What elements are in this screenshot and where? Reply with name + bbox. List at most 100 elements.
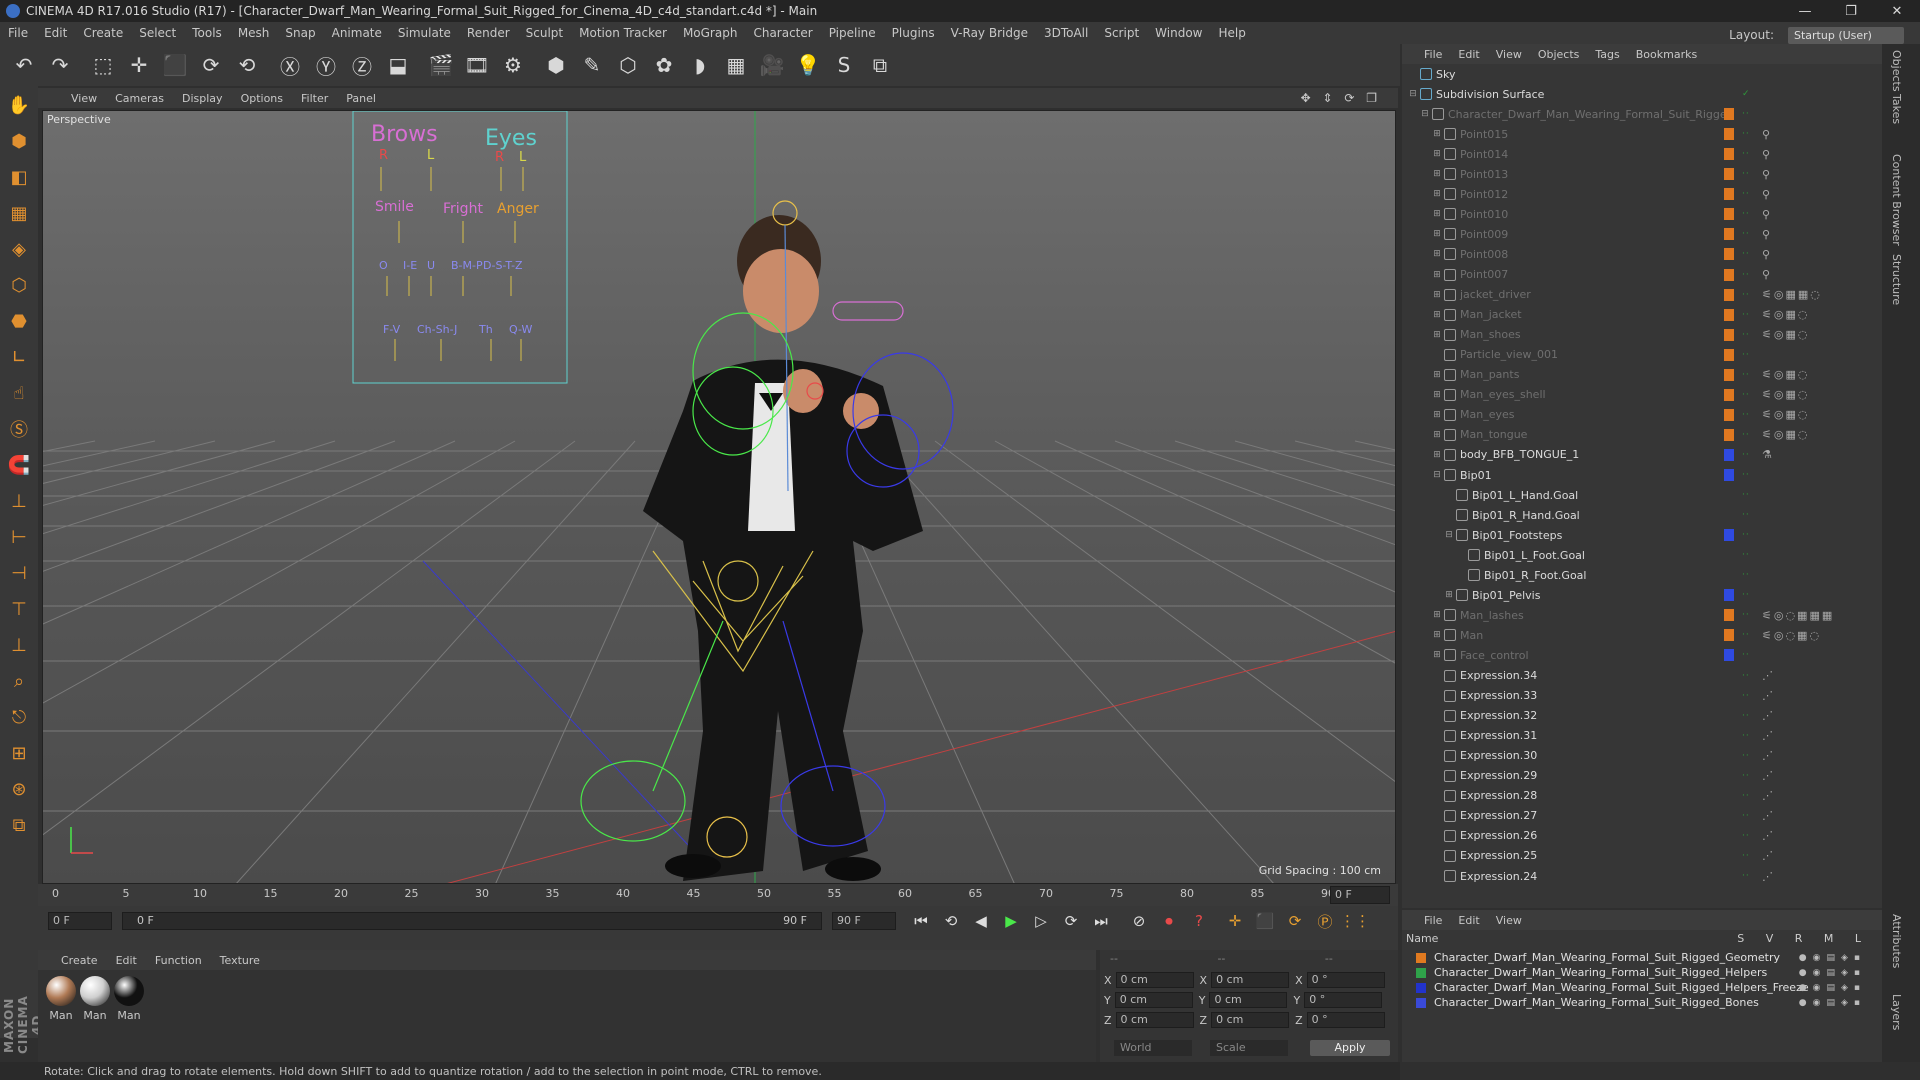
tool-5-icon[interactable]: ⬡ [2,268,36,302]
recent-tools-icon[interactable]: ⟲ [230,48,264,82]
previous-key-button[interactable]: ⟲ [938,908,964,934]
menu-v-ray-bridge[interactable]: V-Ray Bridge [943,22,1036,44]
object-row[interactable]: Expression.30 ·· ⋰ [1402,746,1872,766]
object-row[interactable]: ⊞ Point009 ·· ⚲ [1402,224,1872,244]
expand-toggle-icon[interactable]: ⊞ [1432,650,1442,660]
layer-row[interactable]: Character_Dwarf_Man_Wearing_Formal_Suit_… [1406,950,1876,965]
visibility-dots[interactable]: ·· [1742,771,1750,781]
layer-toggles-icon[interactable]: ●◉▤◈▪ [1799,953,1866,963]
object-row[interactable]: ⊞ jacket_driver ·· ⚟◎▦▦◌ [1402,285,1872,305]
tool-18-icon[interactable]: ⊞ [2,736,36,770]
material-swatch[interactable]: Man [112,976,146,1022]
object-row[interactable]: Expression.32 ·· ⋰ [1402,706,1872,726]
object-tags-icon[interactable]: ⋰ [1762,689,1775,702]
object-tags-icon[interactable]: ⚗ [1762,448,1774,461]
tool-16-icon[interactable]: ⌕ [2,664,36,698]
menu-edit[interactable]: Edit [36,22,75,44]
tab-objects[interactable]: Objects [1890,50,1903,92]
move-icon[interactable]: ✛ [122,48,156,82]
object-menu-tags[interactable]: Tags [1587,48,1627,61]
visibility-dots[interactable]: ·· [1742,530,1750,540]
visibility-dots[interactable]: ·· [1742,550,1750,560]
expand-toggle-icon[interactable]: ⊞ [1432,410,1442,420]
layer-row[interactable]: Character_Dwarf_Man_Wearing_Formal_Suit_… [1406,980,1876,995]
expand-toggle-icon[interactable]: ⊟ [1420,109,1430,119]
previous-frame-button[interactable]: ◀ [968,908,994,934]
expand-toggle-icon[interactable]: ⊞ [1432,390,1442,400]
tab-attributes[interactable]: Attributes [1890,914,1903,968]
visibility-dots[interactable]: ·· [1742,630,1750,640]
current-frame-field[interactable]: 0 F [1330,886,1390,904]
menu-motion-tracker[interactable]: Motion Tracker [571,22,675,44]
expand-toggle-icon[interactable]: ⊞ [1432,310,1442,320]
material-swatch[interactable]: Man [78,976,112,1022]
tool-10-icon[interactable]: 🧲 [2,448,36,482]
material-swatch[interactable]: Man [44,976,78,1022]
render-picture-viewer-icon[interactable]: 🎞 [460,48,494,82]
tab-structure[interactable]: Structure [1890,254,1903,305]
object-tags-icon[interactable]: ⋰ [1762,729,1775,742]
visibility-dots[interactable]: ·· [1742,791,1750,801]
next-frame-button[interactable]: ▷ [1028,908,1054,934]
object-row[interactable]: Expression.26 ·· ⋰ [1402,826,1872,846]
layer-row[interactable]: Character_Dwarf_Man_Wearing_Formal_Suit_… [1406,965,1876,980]
coord-rotation-y-field[interactable]: 0 ° [1304,992,1383,1008]
object-menu-bookmarks[interactable]: Bookmarks [1628,48,1705,61]
key-position-button[interactable]: ✛ [1222,908,1248,934]
tool-8-icon[interactable]: ☝ [2,376,36,410]
visibility-dots[interactable]: ·· [1742,751,1750,761]
undo-icon[interactable]: ↶ [7,48,41,82]
menu-mesh[interactable]: Mesh [230,22,278,44]
tool-6-icon[interactable]: ⬣ [2,304,36,338]
object-row[interactable]: Bip01_R_Foot.Goal ·· [1402,565,1872,585]
object-tags-icon[interactable]: ⚟◎▦◌ [1762,428,1809,441]
material-menu-edit[interactable]: Edit [107,954,146,967]
menu-help[interactable]: Help [1210,22,1253,44]
visibility-dots[interactable]: ·· [1742,811,1750,821]
tool-4-icon[interactable]: ◈ [2,232,36,266]
object-row[interactable]: ⊞ body_BFB_TONGUE_1 ·· ⚗ [1402,445,1872,465]
menu-3dtoall[interactable]: 3DToAll [1036,22,1096,44]
visibility-dots[interactable]: ·· [1742,169,1750,179]
play-button[interactable]: ▶ [998,908,1024,934]
object-tags-icon[interactable]: ⚲ [1762,228,1772,241]
character-dwarf-man[interactable] [643,215,923,881]
object-row[interactable]: ⊟ Character_Dwarf_Man_Wearing_Formal_Suit… [1402,104,1872,124]
visibility-dots[interactable]: ·· [1742,450,1750,460]
expand-toggle-icon[interactable]: ⊞ [1444,590,1454,600]
object-row[interactable]: ⊞ Man_jacket ·· ⚟◎▦◌ [1402,305,1872,325]
visibility-dots[interactable]: ·· [1742,229,1750,239]
object-row[interactable]: Expression.34 ·· ⋰ [1402,666,1872,686]
expand-toggle-icon[interactable]: ⊞ [1432,290,1442,300]
menu-animate[interactable]: Animate [324,22,390,44]
close-button[interactable]: ✕ [1874,0,1920,22]
layer-toggles-icon[interactable]: ●◉▤◈▪ [1799,983,1866,993]
menu-script[interactable]: Script [1096,22,1147,44]
object-row[interactable]: Expression.33 ·· ⋰ [1402,686,1872,706]
render-settings-icon[interactable]: ⚙ [496,48,530,82]
object-tags-icon[interactable]: ⚲ [1762,128,1772,141]
object-row[interactable]: ⊞ Man ·· ⚟◎◌▦◌ [1402,625,1872,645]
object-tags-icon[interactable]: ⋰ [1762,789,1775,802]
tool-15-icon[interactable]: ⊥ [2,628,36,662]
viewport-menu-panel[interactable]: Panel [337,92,385,105]
object-row[interactable]: ⊞ Man_lashes ·· ⚟◎◌▦▦▦ [1402,605,1872,625]
object-menu-file[interactable]: File [1416,48,1450,61]
expand-toggle-icon[interactable]: ⊞ [1432,249,1442,259]
autokey-button[interactable]: ⊘ [1126,908,1152,934]
object-tags-icon[interactable]: ⋰ [1762,749,1775,762]
layer-toggles-icon[interactable]: ●◉▤◈▪ [1799,968,1866,978]
material-menu-texture[interactable]: Texture [211,954,269,967]
key-rotation-button[interactable]: ⟳ [1282,908,1308,934]
object-row[interactable]: ⊟ Subdivision Surface ✓ [1402,84,1872,104]
expand-toggle-icon[interactable]: ⊞ [1432,430,1442,440]
visibility-dots[interactable]: ·· [1742,851,1750,861]
object-tags-icon[interactable]: ⋰ [1762,809,1775,822]
visibility-dots[interactable]: ·· [1742,871,1750,881]
tool-13-icon[interactable]: ⊣ [2,556,36,590]
object-row[interactable]: Expression.25 ·· ⋰ [1402,846,1872,866]
object-row[interactable]: Expression.27 ·· ⋰ [1402,806,1872,826]
menu-select[interactable]: Select [131,22,184,44]
tool-11-icon[interactable]: ⊥ [2,484,36,518]
visibility-dots[interactable]: ·· [1742,109,1750,119]
